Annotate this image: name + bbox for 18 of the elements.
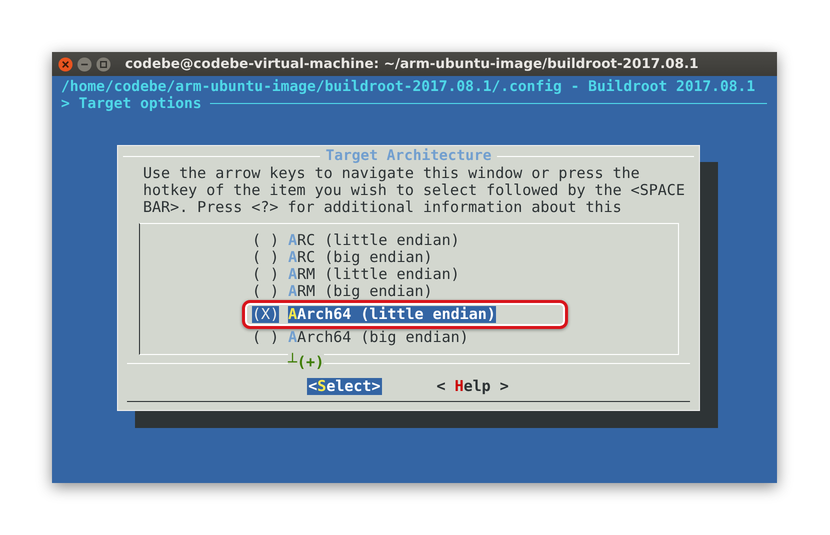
help-text: BAR>. Press <?> for additional information about this	[143, 199, 623, 216]
option-item[interactable]: ( ) ARC (little endian)	[252, 232, 460, 249]
help-text: hotkey of the item you wish to select followed by the <SPACE	[143, 182, 686, 199]
option-item[interactable]: ( ) ARM (little endian)	[252, 266, 460, 283]
dialog-button[interactable]: <Select>	[307, 378, 382, 395]
maximize-icon[interactable]	[96, 56, 111, 72]
dialog-title: Target Architecture	[326, 148, 492, 165]
minimize-icon[interactable]	[77, 56, 92, 72]
option-item[interactable]: ( ) ARC (big endian)	[252, 249, 433, 266]
breadcrumb: > Target options	[61, 95, 202, 112]
option-item[interactable]: ( ) ARM (big endian)	[252, 283, 433, 300]
config-path: /home/codebe/arm-ubuntu-image/buildroot-2017.08.1/.config - Buildroot 2017.08.1	[61, 78, 756, 95]
help-text: Use the arrow keys to navigate this window or press the	[143, 165, 641, 182]
more-indicator: ┴(+)	[288, 354, 324, 371]
window-title: codebe@codebe-virtual-machine: ~/arm-ubuntu-image/buildroot-2017.08.1	[125, 56, 699, 72]
close-icon[interactable]	[58, 56, 73, 72]
option-item[interactable]: ( ) AArch64 (big endian)	[252, 329, 469, 346]
dialog-button[interactable]: < Help >	[436, 378, 510, 395]
